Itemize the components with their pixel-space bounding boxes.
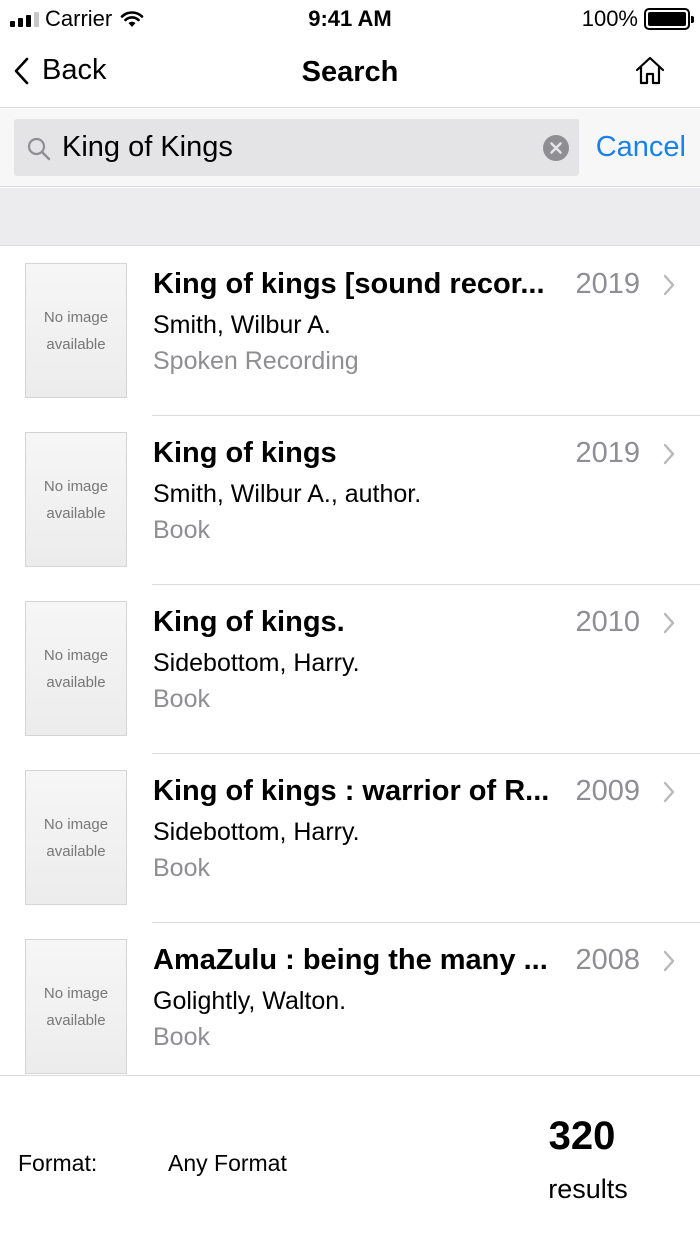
section-header: [0, 188, 700, 246]
chevron-right-icon: [663, 950, 675, 972]
result-format: Book: [153, 685, 210, 713]
status-bar: Carrier 9:41 AM 100%: [0, 0, 700, 40]
cancel-button[interactable]: Cancel: [596, 131, 686, 164]
result-format: Spoken Recording: [153, 347, 359, 375]
result-title: King of kings [sound recor...: [153, 268, 545, 300]
thumb-text: No image: [43, 815, 109, 833]
thumb-text: available: [46, 842, 106, 860]
chevron-right-icon: [663, 781, 675, 803]
result-year: 2010: [575, 606, 640, 638]
clear-icon: [550, 142, 562, 154]
no-image-placeholder: No image available: [25, 770, 127, 905]
thumb-text: No image: [43, 984, 109, 1002]
search-input[interactable]: [62, 127, 532, 167]
thumb-text: available: [46, 335, 106, 353]
result-row[interactable]: No image available King of kings : warri…: [0, 754, 700, 923]
results-label: results: [548, 1174, 628, 1204]
result-year: 2009: [575, 775, 640, 807]
thumb-text: No image: [43, 477, 109, 495]
thumb-text: available: [46, 673, 106, 691]
page-title: Search: [301, 56, 399, 88]
result-format: Book: [153, 854, 210, 882]
result-row[interactable]: No image available King of kings. 2010 S…: [0, 585, 700, 754]
no-image-placeholder: No image available: [25, 939, 127, 1074]
results-count: 320: [548, 1114, 616, 1158]
battery-icon: [644, 8, 694, 30]
thumb-text: available: [46, 504, 106, 522]
result-row[interactable]: No image available King of kings 2019 Sm…: [0, 416, 700, 585]
result-row[interactable]: No image available AmaZulu : being the m…: [0, 923, 700, 1075]
result-format: Book: [153, 516, 210, 544]
chevron-right-icon: [663, 274, 675, 296]
result-author: Smith, Wilbur A.: [153, 311, 331, 339]
result-title: King of kings : warrior of R...: [153, 775, 550, 807]
result-title: King of kings.: [153, 606, 345, 638]
format-label: Format:: [18, 1150, 98, 1176]
chevron-right-icon: [663, 443, 675, 465]
navigation-bar: Back Search: [0, 40, 700, 108]
result-year: 2008: [575, 944, 640, 976]
battery-percent: 100%: [581, 6, 638, 31]
no-image-placeholder: No image available: [25, 432, 127, 567]
thumb-text: available: [46, 1011, 106, 1029]
home-icon[interactable]: [634, 55, 666, 87]
thumb-text: No image: [43, 308, 109, 326]
search-bar: Cancel: [0, 109, 700, 187]
result-author: Sidebottom, Harry.: [153, 818, 360, 846]
footer-bar: Format: Any Format 320 results: [0, 1075, 700, 1244]
result-format: Book: [153, 1023, 210, 1051]
clear-search-button[interactable]: [543, 135, 569, 161]
search-field[interactable]: [14, 119, 579, 176]
result-row[interactable]: No image available King of kings [sound …: [0, 247, 700, 416]
no-image-placeholder: No image available: [25, 601, 127, 736]
result-author: Golightly, Walton.: [153, 987, 347, 1015]
no-image-placeholder: No image available: [25, 263, 127, 398]
result-year: 2019: [575, 268, 640, 300]
search-icon: [27, 137, 51, 161]
thumb-text: No image: [43, 646, 109, 664]
chevron-right-icon: [663, 612, 675, 634]
result-author: Smith, Wilbur A., author.: [153, 480, 422, 508]
result-title: AmaZulu : being the many ...: [153, 944, 548, 976]
result-list[interactable]: No image available King of kings [sound …: [0, 247, 700, 1075]
result-year: 2019: [575, 437, 640, 469]
format-selector[interactable]: Any Format: [168, 1150, 287, 1177]
result-author: Sidebottom, Harry.: [153, 649, 360, 677]
result-title: King of kings: [153, 437, 337, 469]
